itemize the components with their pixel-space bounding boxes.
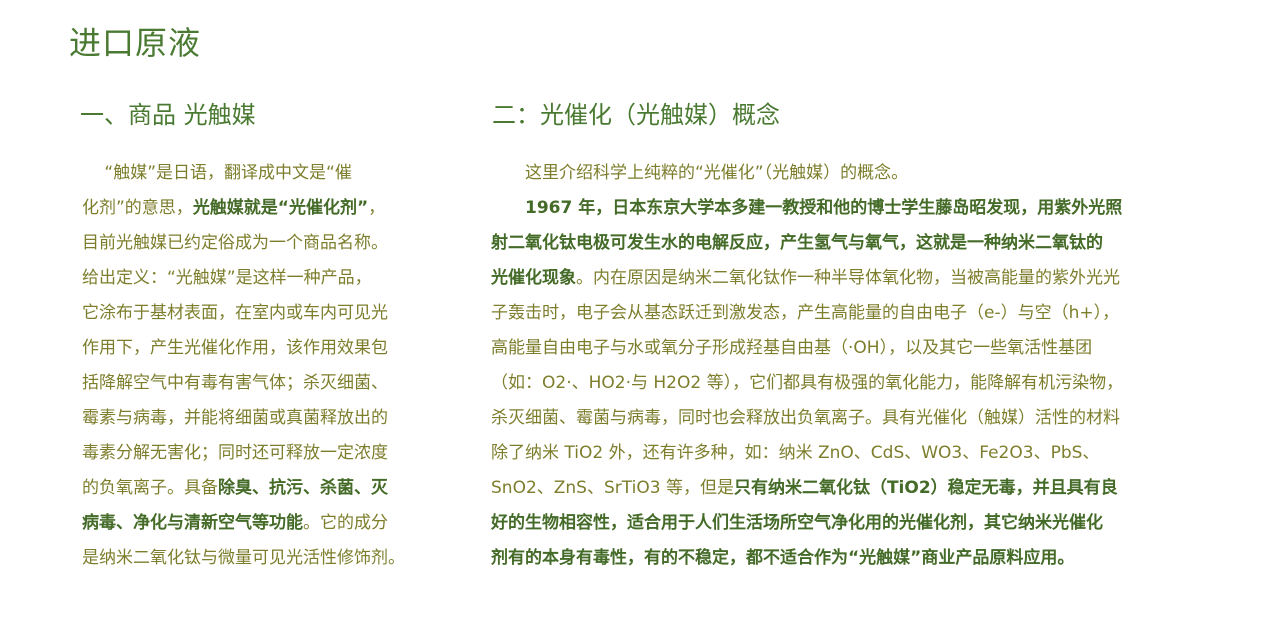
section-heading-product: 一、商品 光触媒 <box>80 101 256 129</box>
text-segment: 杀灭细菌、霉菌与病毒，同时也会释放出负氧离子。具有光催化（触媒）活性的材料 <box>491 408 1120 428</box>
text-line: 剂有的本身有毒性，有的不稳定，都不适合作为“光触媒”商业产品原料应用。 <box>491 543 1221 578</box>
text-line: 这里介绍科学上纯粹的“光催化”（光触媒）的概念。 <box>491 158 1221 193</box>
page-title: 进口原液 <box>69 24 202 62</box>
concept-description: 这里介绍科学上纯粹的“光催化”（光触媒）的概念。 1967 年，日本东京大学本多… <box>491 158 1221 578</box>
text-line: 是纳米二氧化钛与微量可见光活性修饰剂。 <box>82 543 452 578</box>
text-line: “触媒”是日语，翻译成中文是“催 <box>82 158 452 193</box>
text-line: 给出定义：“光触媒”是这样一种产品， <box>82 263 452 298</box>
text-line: 毒素分解无害化；同时还可释放一定浓度 <box>82 438 452 473</box>
text-segment: 。内在原因是纳米二氧化钛作一种半导体氧化物，当被高能量的紫外光光 <box>576 268 1120 288</box>
text-line: 化剂”的意思，光触媒就是“光催化剂”， <box>82 193 452 228</box>
text-segment: 毒素分解无害化；同时还可释放一定浓度 <box>82 443 388 463</box>
text-line: 除了纳米 TiO2 外，还有许多种，如：纳米 ZnO、CdS、WO3、Fe2O3… <box>491 438 1221 473</box>
text-segment: 括降解空气中有毒有害气体；杀灭细菌、 <box>82 373 388 393</box>
text-segment: 除了纳米 TiO2 外，还有许多种，如：纳米 ZnO、CdS、WO3、Fe2O3… <box>491 443 1100 463</box>
text-segment: 高能量自由电子与水或氧分子形成羟基自由基（·OH），以及其它一些氧活性基团 <box>491 338 1093 358</box>
bold-text: 好的生物相容性，适合用于人们生活场所空气净化用的光催化剂，其它纳米光催化 <box>491 513 1103 533</box>
text-line: 作用下，产生光催化作用，该作用效果包 <box>82 333 452 368</box>
text-line: 的负氧离子。具备除臭、抗污、杀菌、灭 <box>82 473 452 508</box>
text-line: 子轰击时，电子会从基态跃迁到激发态，产生高能量的自由电子（e-）与空（h+）， <box>491 298 1221 333</box>
text-line: （如：O2·、HO2·与 H2O2 等），它们都具有极强的氧化能力，能降解有机污… <box>491 368 1221 403</box>
text-segment: 作用下，产生光催化作用，该作用效果包 <box>82 338 388 358</box>
text-segment: ， <box>368 198 386 218</box>
bold-text: 光催化现象 <box>491 268 576 288</box>
text-segment: SnO2、ZnS、SrTiO3 等，但是 <box>491 478 734 498</box>
bold-text: 除臭、抗污、杀菌、灭 <box>218 478 388 498</box>
bold-text: 射二氧化钛电极可发生水的电解反应，产生氢气与氧气，这就是一种纳米二氧钛的 <box>491 233 1103 253</box>
text-segment: 是纳米二氧化钛与微量可见光活性修饰剂。 <box>82 548 405 568</box>
text-segment: “触媒”是日语，翻译成中文是“催 <box>82 163 352 183</box>
text-line: 目前光触媒已约定俗成为一个商品名称。 <box>82 228 452 263</box>
section-heading-concept: 二：光催化（光触媒）概念 <box>492 101 780 129</box>
text-line: 括降解空气中有毒有害气体；杀灭细菌、 <box>82 368 452 403</box>
text-line: 射二氧化钛电极可发生水的电解反应，产生氢气与氧气，这就是一种纳米二氧钛的 <box>491 228 1221 263</box>
text-segment: 这里介绍科学上纯粹的“光催化”（光触媒）的概念。 <box>491 163 909 183</box>
text-segment: 它涂布于基材表面，在室内或车内可见光 <box>82 303 388 323</box>
bold-text: 病毒、净化与清新空气等功能 <box>82 513 303 533</box>
text-line: 高能量自由电子与水或氧分子形成羟基自由基（·OH），以及其它一些氧活性基团 <box>491 333 1221 368</box>
text-line: 光催化现象。内在原因是纳米二氧化钛作一种半导体氧化物，当被高能量的紫外光光 <box>491 263 1221 298</box>
text-segment: （如：O2·、HO2·与 H2O2 等），它们都具有极强的氧化能力，能降解有机污… <box>491 373 1124 393</box>
text-line: SnO2、ZnS、SrTiO3 等，但是只有纳米二氧化钛（TiO2）稳定无毒，并… <box>491 473 1221 508</box>
text-segment: 的负氧离子。具备 <box>82 478 218 498</box>
bold-text: 1967 年，日本东京大学本多建一教授和他的博士学生藤岛昭发现，用紫外光照 <box>491 198 1123 218</box>
bold-text: 光触媒就是“光催化剂” <box>192 198 369 218</box>
product-description: “触媒”是日语，翻译成中文是“催 化剂”的意思，光触媒就是“光催化剂”， 目前光触媒… <box>82 158 452 578</box>
text-segment: 霉素与病毒，并能将细菌或真菌释放出的 <box>82 408 388 428</box>
text-segment: 化剂”的意思， <box>82 198 193 218</box>
text-line: 好的生物相容性，适合用于人们生活场所空气净化用的光催化剂，其它纳米光催化 <box>491 508 1221 543</box>
text-line: 它涂布于基材表面，在室内或车内可见光 <box>82 298 452 333</box>
text-segment: 子轰击时，电子会从基态跃迁到激发态，产生高能量的自由电子（e-）与空（h+）， <box>491 303 1120 323</box>
text-segment: 给出定义：“光触媒”是这样一种产品， <box>82 268 372 288</box>
bold-text: 只有纳米二氧化钛（TiO2）稳定无毒，并且具有良 <box>733 478 1118 498</box>
text-line: 霉素与病毒，并能将细菌或真菌释放出的 <box>82 403 452 438</box>
text-segment: 。它的成分 <box>303 513 388 533</box>
text-line: 病毒、净化与清新空气等功能。它的成分 <box>82 508 452 543</box>
bold-text: 剂有的本身有毒性，有的不稳定，都不适合作为“光触媒”商业产品原料应用。 <box>491 548 1075 568</box>
text-line: 杀灭细菌、霉菌与病毒，同时也会释放出负氧离子。具有光催化（触媒）活性的材料 <box>491 403 1221 438</box>
text-line: 1967 年，日本东京大学本多建一教授和他的博士学生藤岛昭发现，用紫外光照 <box>491 193 1221 228</box>
text-segment: 目前光触媒已约定俗成为一个商品名称。 <box>82 233 388 253</box>
